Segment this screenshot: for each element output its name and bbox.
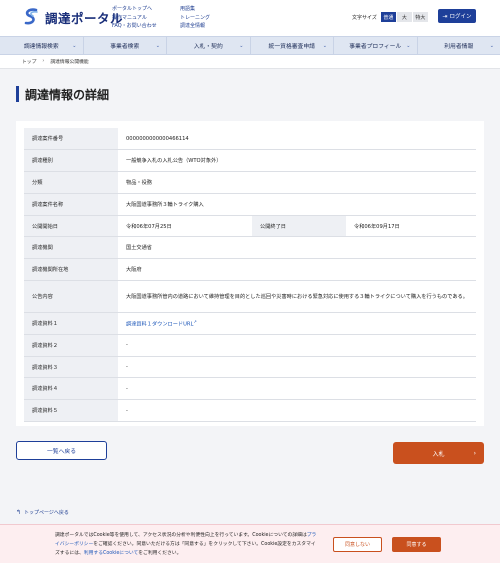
nav-procurement-search[interactable]: 調達情報検索 ⌄ — [0, 37, 84, 54]
table-row: 調達資料１ 調達資料１ダウンロードURL↗ — [24, 312, 476, 335]
row-label: 調達案件名称 — [24, 193, 118, 216]
header-links-secondary: 用語集 トレーニング 調達全情報 — [180, 5, 210, 31]
manual-link[interactable]: 操作マニュアル — [112, 14, 157, 23]
back-to-list-label: 一覧へ戻る — [47, 449, 76, 455]
cookie-info-link[interactable]: 利用するCookieについて — [84, 551, 138, 556]
glossary-link[interactable]: 用語集 — [180, 5, 210, 14]
agency-value: 国土交通省 — [118, 236, 476, 260]
login-button[interactable]: ⇥ ログイン — [438, 9, 476, 23]
table-row: 調達機関 国土交通省 — [24, 236, 476, 260]
training-link[interactable]: トレーニング — [180, 14, 210, 23]
bid-label: 入札 — [432, 450, 445, 458]
table-row: 調達種別 一般競争入札の入札公告（WTO対象外） — [24, 149, 476, 173]
pub-start-value: 令和06年07月25日 — [118, 215, 252, 238]
row-label: 調達種別 — [24, 149, 118, 173]
chevron-down-icon: ⌄ — [406, 43, 411, 49]
nav-qualification[interactable]: 統一資格審査申請 ⌄ — [251, 37, 334, 54]
font-size-large-button[interactable]: 大 — [396, 12, 412, 22]
nav-vendor-search[interactable]: 事業者検索 ⌄ — [84, 37, 167, 54]
chevron-right-icon: › — [42, 59, 45, 64]
header: 調達ポータル ポータルトップへ 操作マニュアル FAQ・お問い合わせ 用語集 ト… — [0, 0, 500, 36]
case-number-value: 0000000000000466114 — [118, 128, 476, 151]
chevron-down-icon: ⌄ — [155, 43, 160, 49]
detail-card: 調達案件番号 0000000000000466114 調達種別 一般競争入札の入… — [16, 121, 484, 426]
table-row: 調達資料５ - — [24, 399, 476, 423]
logo[interactable]: 調達ポータル — [22, 7, 123, 27]
table-row: 公告内容 大阪国道事務所管内の道路において維持管理を目的とした巡回や災害時におけ… — [24, 280, 476, 314]
chevron-right-icon: › — [473, 449, 476, 457]
font-size-switcher: 文字サイズ 普通 大 特大 — [352, 12, 428, 22]
row-label: 調達資料３ — [24, 356, 118, 379]
cookie-banner: 調達ポータルではCookie等を使用して、アクセス状況の分析や利便性向上を行って… — [0, 524, 500, 563]
cookie-decline-button[interactable]: 同意しない — [333, 537, 382, 552]
font-size-normal-button[interactable]: 普通 — [380, 12, 396, 22]
back-to-top-label: トップページへ戻る — [24, 510, 69, 516]
table-row: 調達資料２ - — [24, 334, 476, 357]
font-size-xlarge-button[interactable]: 特大 — [412, 12, 428, 22]
table-row: 調達案件名称 大阪国道事務所３輪トライク購入 — [24, 193, 476, 216]
main-nav: 調達情報検索 ⌄ 事業者検索 ⌄ 入札・契約 ⌄ 統一資格審査申請 ⌄ 事業者プロフィー… — [0, 36, 500, 55]
row-label: 調達案件番号 — [24, 128, 118, 151]
table-row: 調達資料３ - — [24, 356, 476, 379]
back-to-list-button[interactable]: 一覧へ戻る — [16, 441, 107, 460]
notice-value: 大阪国道事務所管内の道路において維持管理を目的とした巡回や災害時における緊急対応… — [118, 280, 476, 314]
return-arrow-icon: ↰ — [16, 509, 22, 516]
login-icon: ⇥ — [442, 12, 448, 20]
login-label: ログイン — [449, 14, 472, 20]
page-title: 調達情報の詳細 — [16, 86, 109, 102]
row-label: 公開終了日 — [252, 215, 346, 238]
doc1-download-link[interactable]: 調達資料１ダウンロードURL — [126, 322, 193, 328]
chevron-down-icon: ⌄ — [489, 43, 494, 49]
bid-button[interactable]: 入札 › — [393, 442, 484, 464]
breadcrumb: トップ › 調達情報公開機能 — [0, 55, 500, 69]
row-label: 調達機関所在地 — [24, 258, 118, 282]
external-link-icon: ↗ — [193, 319, 197, 325]
doc3-value: - — [118, 356, 476, 379]
row-label: 公開開始日 — [24, 215, 118, 238]
row-label: 調達資料１ — [24, 312, 118, 335]
doc1-cell: 調達資料１ダウンロードURL↗ — [118, 312, 476, 335]
chevron-down-icon: ⌄ — [322, 43, 327, 49]
row-label: 分類 — [24, 171, 118, 194]
detail-table: 調達案件番号 0000000000000466114 調達種別 一般競争入札の入… — [24, 128, 476, 423]
all-info-link[interactable]: 調達全情報 — [180, 22, 210, 31]
back-to-top-link[interactable]: ↰ トップページへ戻る — [16, 509, 69, 516]
row-label: 調達資料２ — [24, 334, 118, 357]
chevron-down-icon: ⌄ — [239, 43, 244, 49]
chevron-down-icon: ⌄ — [72, 43, 77, 49]
cookie-message: 調達ポータルではCookie等を使用して、アクセス状況の分析や利便性向上を行って… — [55, 533, 317, 556]
table-row: 分類 物品・役務 — [24, 171, 476, 194]
row-label: 調達資料４ — [24, 377, 118, 401]
table-row: 公開開始日 令和06年07月25日 公開終了日 令和06年09月17日 — [24, 215, 476, 238]
header-links-primary: ポータルトップへ 操作マニュアル FAQ・お問い合わせ — [112, 5, 157, 31]
nav-vendor-profile[interactable]: 事業者プロフィール ⌄ — [334, 37, 418, 54]
nav-user-info[interactable]: 利用者情報 ⌄ — [418, 37, 500, 54]
row-label: 公告内容 — [24, 280, 118, 314]
row-label: 調達機関 — [24, 236, 118, 260]
breadcrumb-home[interactable]: トップ — [22, 58, 36, 65]
doc5-value: - — [118, 399, 476, 423]
row-label: 調達資料５ — [24, 399, 118, 423]
doc2-value: - — [118, 334, 476, 357]
portal-top-link[interactable]: ポータルトップへ — [112, 5, 157, 14]
table-row: 調達資料４ - — [24, 377, 476, 401]
cookie-accept-button[interactable]: 同意する — [392, 537, 441, 552]
breadcrumb-current: 調達情報公開機能 — [50, 60, 89, 65]
pub-end-value: 令和06年09月17日 — [346, 215, 476, 238]
table-row: 調達機関所在地 大阪府 — [24, 258, 476, 282]
location-value: 大阪府 — [118, 258, 476, 282]
type-value: 一般競争入札の入札公告（WTO対象外） — [118, 149, 476, 173]
doc4-value: - — [118, 377, 476, 401]
font-size-label: 文字サイズ — [352, 14, 377, 21]
table-row: 調達案件番号 0000000000000466114 — [24, 128, 476, 151]
category-value: 物品・役務 — [118, 171, 476, 194]
faq-link[interactable]: FAQ・お問い合わせ — [112, 22, 157, 31]
case-name-value: 大阪国道事務所３輪トライク購入 — [118, 193, 476, 216]
logo-icon — [24, 8, 38, 25]
nav-bid-contract[interactable]: 入札・契約 ⌄ — [167, 37, 251, 54]
